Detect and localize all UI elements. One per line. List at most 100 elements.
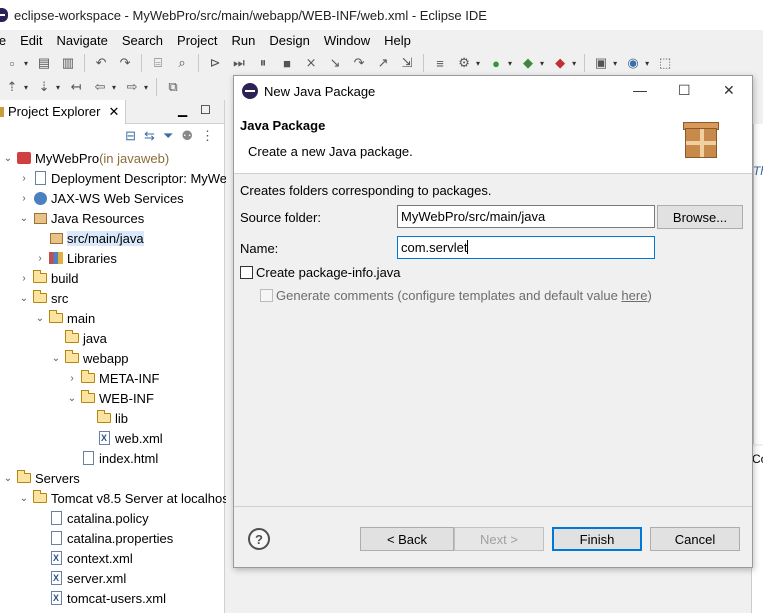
debug-icon[interactable]: ◆ [518, 53, 538, 73]
tree-item[interactable]: ⌄ MyWebPro (in javaweb) [0, 148, 224, 168]
tree-item[interactable]: ⌄ Java Resources [0, 208, 224, 228]
next-button[interactable]: Next > [454, 527, 544, 551]
external-tools-icon[interactable]: ◆ [550, 53, 570, 73]
redo-icon[interactable]: ↷ [115, 53, 135, 73]
chevron-right-icon[interactable]: › [18, 193, 30, 204]
last-edit-icon[interactable]: ↤ [66, 77, 86, 97]
annotation-next-icon[interactable]: ⇣ [34, 77, 54, 97]
search-icon[interactable]: ⌕ [172, 53, 192, 73]
menu-run[interactable]: Run [232, 33, 256, 48]
menu-edit[interactable]: Edit [20, 33, 42, 48]
tree-item[interactable]: ⌄ WEB-INF [0, 388, 224, 408]
chevron-down-icon[interactable]: ⌄ [18, 213, 30, 224]
configure-templates-link[interactable]: here [621, 288, 647, 303]
step-into-icon[interactable]: ↘ [325, 53, 345, 73]
chevron-right-icon[interactable]: › [18, 173, 30, 184]
new-icon[interactable]: ▫ [2, 53, 22, 73]
new-java-class-dropdown-icon[interactable]: ▾ [645, 59, 649, 68]
annotation-next-dropdown-icon[interactable]: ▾ [56, 83, 60, 92]
chevron-down-icon[interactable]: ⌄ [34, 313, 46, 324]
tree-item[interactable]: › Libraries [0, 248, 224, 268]
tree-item[interactable]: ⌄ webapp [0, 348, 224, 368]
chevron-down-icon[interactable]: ⌄ [18, 293, 30, 304]
source-folder-field[interactable]: MyWebPro/src/main/java [397, 205, 655, 228]
collapse-all-icon[interactable]: ⊟ [125, 128, 136, 144]
close-icon[interactable]: ✕ [108, 104, 119, 120]
back-icon[interactable]: ⇦ [90, 77, 110, 97]
project-explorer-tab[interactable]: Project Explorer ✕ [0, 99, 127, 124]
tree-item[interactable]: Xserver.xml [0, 568, 224, 588]
annotation-icon[interactable]: ⇡ [2, 77, 22, 97]
run-icon[interactable]: ● [486, 53, 506, 73]
tree-item[interactable]: src/main/java [0, 228, 224, 248]
open-perspective-icon[interactable]: ⧉ [163, 77, 183, 97]
tree-item[interactable]: › JAX-WS Web Services [0, 188, 224, 208]
hierarchy-dropdown-icon[interactable]: ▾ [476, 59, 480, 68]
back-dropdown-icon[interactable]: ▾ [112, 83, 116, 92]
maximize-icon[interactable]: ☐ [678, 82, 691, 99]
annotation-dropdown-icon[interactable]: ▾ [24, 83, 28, 92]
tree-item[interactable]: ⌄ src [0, 288, 224, 308]
drop-to-frame-icon[interactable]: ⇲ [397, 53, 417, 73]
disconnect-icon[interactable]: ⨯ [301, 53, 321, 73]
new-java-class-icon[interactable]: ◉ [623, 53, 643, 73]
chevron-down-icon[interactable]: ⌄ [2, 153, 14, 164]
menu-search[interactable]: Search [122, 33, 163, 48]
name-field[interactable]: com.servlet [397, 236, 655, 259]
help-icon[interactable]: ? [248, 528, 270, 550]
chevron-down-icon[interactable]: ⌄ [18, 493, 30, 504]
tree-item[interactable]: ⌄ Tomcat v8.5 Server at localhost [0, 488, 232, 508]
link-with-editor-icon[interactable]: ⇆ [144, 128, 155, 144]
menu-file[interactable]: le [0, 33, 6, 48]
new-server-dropdown-icon[interactable]: ▾ [613, 59, 617, 68]
minimize-icon[interactable]: ▁ [178, 103, 187, 117]
pause-icon[interactable]: ⏸ [253, 53, 273, 73]
menu-design[interactable]: Design [269, 33, 309, 48]
outline-icon[interactable]: ⌸ [148, 53, 168, 73]
tree-item[interactable]: › Deployment Descriptor: MyWe [0, 168, 227, 188]
tree-item[interactable]: Xcontext.xml [0, 548, 224, 568]
finish-button[interactable]: Finish [552, 527, 642, 551]
minimize-icon[interactable]: — [633, 82, 647, 98]
tree-item[interactable]: Xtomcat-users.xml [0, 588, 224, 608]
skip-icon[interactable]: ⏭ [229, 53, 249, 73]
chevron-down-icon[interactable]: ⌄ [66, 393, 78, 404]
menu-project[interactable]: Project [177, 33, 217, 48]
create-package-info-label[interactable]: Create package-info.java [256, 265, 401, 280]
filter-icon[interactable]: ⏷ [163, 128, 173, 144]
save-icon[interactable]: ▤ [34, 53, 54, 73]
tree-item[interactable]: catalina.policy [0, 508, 224, 528]
step-over-icon[interactable]: ↷ [349, 53, 369, 73]
chevron-right-icon[interactable]: › [18, 273, 30, 284]
new-dropdown-icon[interactable]: ▾ [24, 59, 28, 68]
back-button[interactable]: < Back [360, 527, 454, 551]
pin-icon[interactable]: ⊳ [205, 53, 225, 73]
chevron-right-icon[interactable]: › [66, 373, 78, 384]
menu-navigate[interactable]: Navigate [57, 33, 108, 48]
view-menu-icon[interactable]: ⋮ [201, 128, 214, 144]
step-return-icon[interactable]: ↗ [373, 53, 393, 73]
generate-comments-checkbox[interactable] [260, 289, 273, 302]
close-icon[interactable]: ✕ [723, 82, 735, 99]
new-server-icon[interactable]: ▣ [591, 53, 611, 73]
toggle-icon[interactable]: ≡ [430, 53, 450, 73]
menu-window[interactable]: Window [324, 33, 370, 48]
forward-dropdown-icon[interactable]: ▾ [144, 83, 148, 92]
cancel-button[interactable]: Cancel [650, 527, 740, 551]
stop-icon[interactable]: ■ [277, 53, 297, 73]
maximize-icon[interactable]: ☐ [200, 103, 211, 117]
tree-item[interactable]: java [0, 328, 224, 348]
tree-item[interactable]: lib [0, 408, 224, 428]
tree-item[interactable]: catalina.properties [0, 528, 224, 548]
tree-item[interactable]: index.html [0, 448, 224, 468]
chevron-right-icon[interactable]: › [34, 253, 46, 264]
browse-button[interactable]: Browse... [657, 205, 743, 229]
forward-icon[interactable]: ⇨ [122, 77, 142, 97]
tree-item[interactable]: ⌄ Servers [0, 468, 224, 488]
open-type-icon[interactable]: ⬚ [655, 53, 675, 73]
tree-item[interactable]: › build [0, 268, 224, 288]
tree-item[interactable]: ⌄ main [0, 308, 224, 328]
run-dropdown-icon[interactable]: ▾ [508, 59, 512, 68]
debug-dropdown-icon[interactable]: ▾ [540, 59, 544, 68]
hierarchy-icon[interactable]: ⚙ [454, 53, 474, 73]
